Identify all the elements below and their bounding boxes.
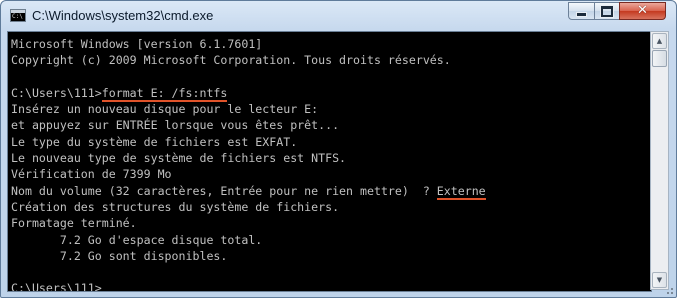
window-title: C:\Windows\system32\cmd.exe bbox=[32, 8, 214, 23]
arrow-up-icon: ▲ bbox=[656, 36, 663, 45]
scroll-down-button[interactable]: ▼ bbox=[652, 272, 667, 288]
console-line: Insérez un nouveau disque pour le lecteu… bbox=[11, 102, 319, 117]
console-line: Le nouveau type de système de fichiers e… bbox=[11, 151, 347, 166]
console-line: C:\Users\111> bbox=[11, 280, 486, 292]
console-line: Le type du système de fichiers est EXFAT… bbox=[11, 134, 298, 149]
vertical-scrollbar[interactable]: ▲ ▼ bbox=[650, 31, 669, 290]
console-line: Création des structures du système de fi… bbox=[11, 199, 340, 214]
console-lines: Microsoft Windows [version 6.1.7601] Copy… bbox=[11, 36, 486, 292]
console-line: 7.2 Go d'espace disque total. bbox=[11, 232, 263, 247]
console-output[interactable]: Microsoft Windows [version 6.1.7601] Copy… bbox=[7, 31, 652, 292]
scroll-up-button[interactable]: ▲ bbox=[652, 33, 667, 49]
scrollbar-thumb[interactable] bbox=[652, 50, 667, 67]
console-prompt: Nom du volume (32 caractères, Entrée pou… bbox=[11, 183, 437, 198]
minimize-button[interactable] bbox=[568, 2, 595, 20]
console-prompt: C:\Users\111> bbox=[11, 281, 102, 292]
arrow-down-icon: ▼ bbox=[656, 275, 663, 284]
console-line: Copyright (c) 2009 Microsoft Corporation… bbox=[11, 53, 451, 68]
maximize-button[interactable] bbox=[594, 2, 620, 20]
console-line: Microsoft Windows [version 6.1.7601] bbox=[11, 37, 263, 51]
console-line: Nom du volume (32 caractères, Entrée pou… bbox=[11, 183, 486, 200]
close-button[interactable]: ✕ bbox=[619, 2, 666, 20]
cmd-app-icon[interactable]: C:\ bbox=[10, 9, 26, 22]
resize-grip-icon[interactable] bbox=[663, 288, 673, 295]
console-prompt: C:\Users\111> bbox=[11, 85, 102, 100]
console-line: et appuyez sur ENTRÉE lorsque vous êtes … bbox=[11, 118, 340, 133]
cmd-window: C:\ C:\Windows\system32\cmd.exe ✕ Micros… bbox=[0, 0, 677, 298]
title-bar[interactable]: C:\ C:\Windows\system32\cmd.exe ✕ bbox=[1, 1, 676, 31]
app-icon-text: C:\ bbox=[12, 13, 23, 20]
maximize-icon bbox=[601, 5, 613, 17]
close-icon: ✕ bbox=[637, 3, 648, 18]
console-line: Vérification de 7399 Mo bbox=[11, 167, 172, 182]
console-line: 7.2 Go sont disponibles. bbox=[11, 248, 228, 263]
minimize-icon bbox=[576, 11, 587, 17]
console-line: C:\Users\111>format E: /fs:ntfs bbox=[11, 85, 486, 102]
console-user-input: Externe bbox=[436, 183, 486, 200]
console-line: Formatage terminé. bbox=[11, 216, 137, 231]
console-user-input: format E: /fs:ntfs bbox=[101, 85, 228, 102]
